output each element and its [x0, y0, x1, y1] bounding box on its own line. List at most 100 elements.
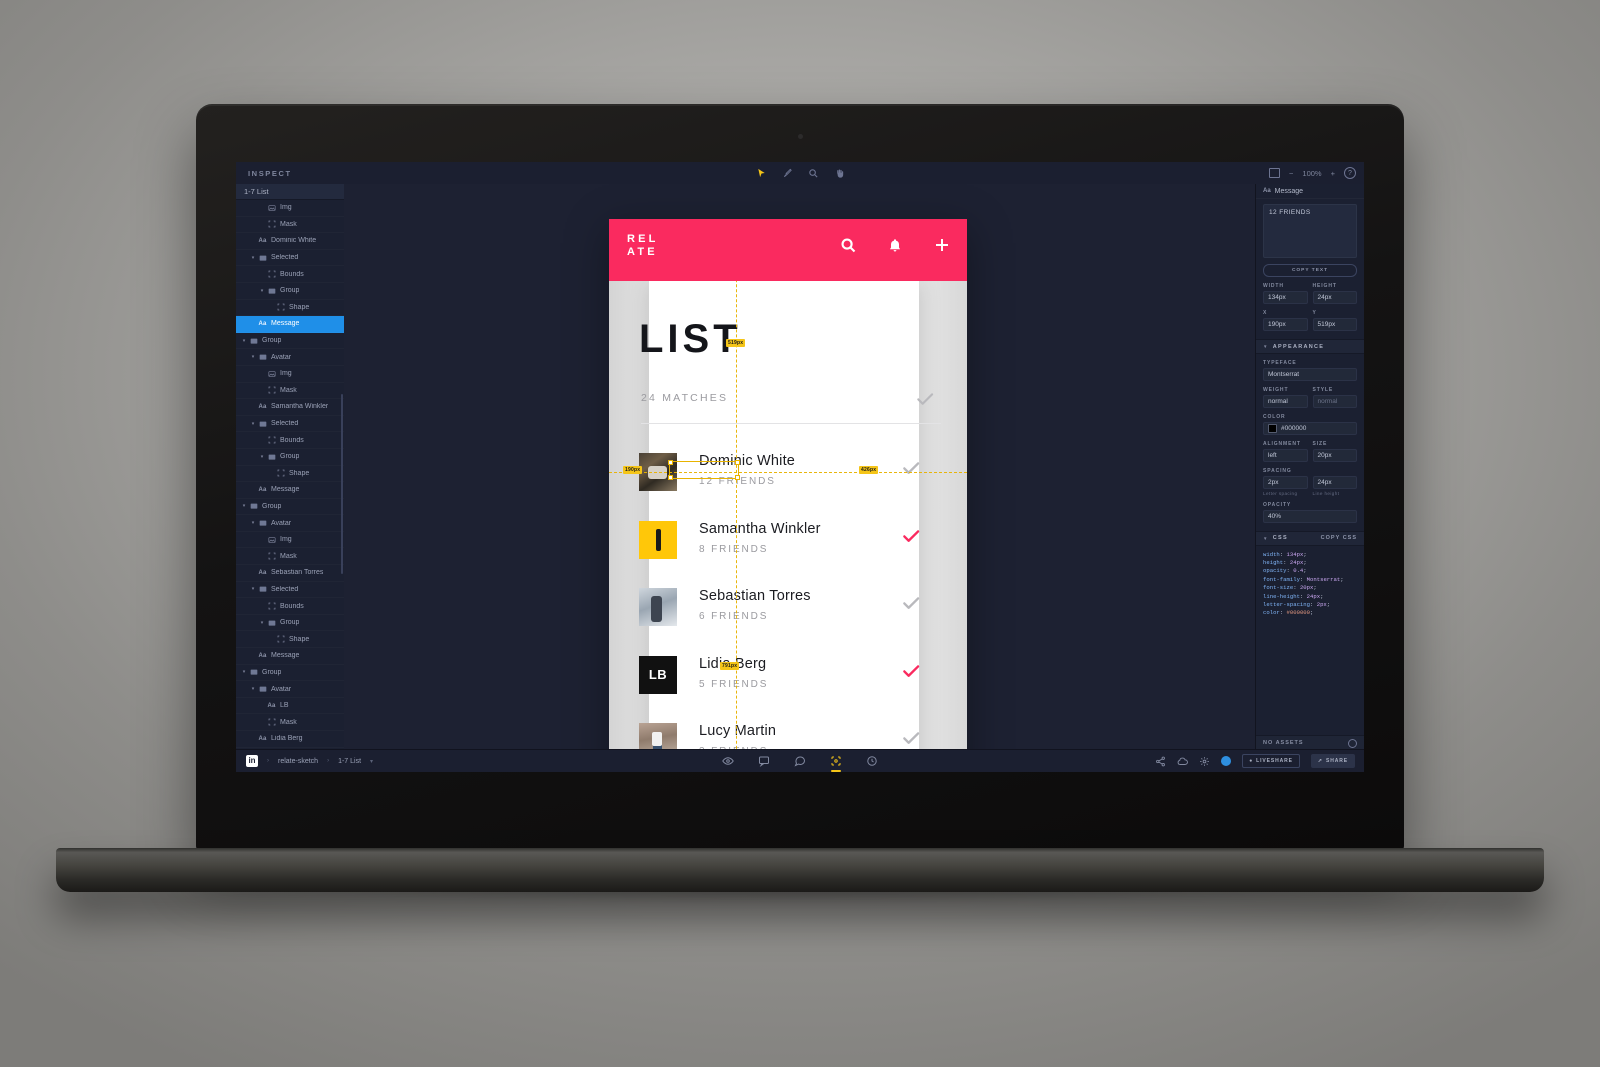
width-value[interactable]: 134px: [1263, 291, 1308, 304]
layer-row[interactable]: Bounds: [236, 266, 344, 283]
fit-screen-icon[interactable]: [1269, 168, 1281, 178]
disclosure-caret-icon[interactable]: ▾: [249, 354, 257, 360]
css-code-block[interactable]: width: 134px; height: 24px; opacity: 0.4; f…: [1256, 546, 1364, 623]
disclosure-caret-icon[interactable]: ▾: [249, 255, 257, 261]
line-height-value[interactable]: 24px: [1312, 476, 1357, 489]
check-unselected-icon[interactable]: [901, 728, 921, 748]
comment-icon[interactable]: [757, 754, 771, 768]
magnifier-icon[interactable]: [807, 167, 819, 179]
disclosure-caret-icon[interactable]: ▾: [240, 338, 248, 344]
zoom-out-button[interactable]: −: [1289, 169, 1293, 178]
layers-sidebar[interactable]: 1-7 List Img Mask Aa Dominic White ▾ Selected…: [236, 184, 345, 750]
check-selected-icon[interactable]: [901, 526, 921, 546]
breadcrumb-screen[interactable]: 1-7 List: [338, 758, 361, 765]
layer-row[interactable]: Mask: [236, 714, 344, 731]
cursor-icon[interactable]: [755, 167, 767, 179]
history-icon[interactable]: [865, 754, 879, 768]
liveshare-button[interactable]: ● LIVESHARE: [1242, 754, 1300, 768]
help-icon[interactable]: ?: [1344, 167, 1356, 179]
check-selected-icon[interactable]: [901, 661, 921, 681]
layer-row[interactable]: ▾ Selected: [236, 416, 344, 433]
layer-row[interactable]: Aa Samantha Winkler: [236, 399, 344, 416]
layer-row[interactable]: ▾ Avatar: [236, 515, 344, 532]
disclosure-caret-icon[interactable]: ▾: [258, 288, 266, 294]
copy-text-button[interactable]: COPY TEXT: [1263, 264, 1357, 277]
disclosure-caret-icon[interactable]: ▾: [240, 503, 248, 509]
layer-row[interactable]: Aa Message: [236, 482, 344, 499]
css-section-header[interactable]: ▼ CSS COPY CSS: [1256, 530, 1364, 546]
plus-icon[interactable]: [933, 236, 951, 254]
typeface-value[interactable]: Montserrat: [1263, 368, 1357, 381]
check-unselected-icon[interactable]: [901, 593, 921, 613]
layer-row[interactable]: ▾ Group: [236, 283, 344, 300]
copy-css-button[interactable]: COPY CSS: [1321, 535, 1357, 541]
x-value[interactable]: 190px: [1263, 318, 1308, 331]
layer-row[interactable]: Aa LB: [236, 698, 344, 715]
disclosure-caret-icon[interactable]: ▾: [249, 586, 257, 592]
layer-row[interactable]: ▾ Selected: [236, 250, 344, 267]
design-canvas[interactable]: REL ATE LIST 24 MATCHES Dominic White 12…: [344, 184, 1256, 750]
layer-row[interactable]: Img: [236, 200, 344, 217]
download-icon[interactable]: [1348, 738, 1357, 748]
layer-row[interactable]: Shape: [236, 300, 344, 317]
layer-row[interactable]: Bounds: [236, 598, 344, 615]
disclosure-caret-icon[interactable]: ▾: [249, 520, 257, 526]
list-item[interactable]: Sebastian Torres 6 FRIENDS: [639, 584, 967, 652]
style-value[interactable]: normal: [1312, 395, 1357, 408]
search-icon[interactable]: [840, 237, 857, 254]
layer-row[interactable]: ▾ Group: [236, 615, 344, 632]
matches-check-icon[interactable]: [915, 389, 935, 409]
share-button[interactable]: ➚ SHARE: [1310, 754, 1355, 768]
disclosure-caret-icon[interactable]: ▾: [249, 686, 257, 692]
inspector-panel[interactable]: Aa Message 12 FRIENDS COPY TEXT WIDTH 13…: [1255, 184, 1364, 750]
layer-row[interactable]: Img: [236, 366, 344, 383]
settings-icon[interactable]: [1199, 756, 1210, 767]
layer-row[interactable]: Aa Dominic White: [236, 233, 344, 250]
layer-row[interactable]: ▾ Avatar: [236, 681, 344, 698]
zoom-in-button[interactable]: +: [1331, 169, 1335, 178]
layer-row[interactable]: Aa Lidia Berg: [236, 731, 344, 748]
opacity-value[interactable]: 40%: [1263, 509, 1357, 523]
layer-row[interactable]: Aa Message: [236, 316, 344, 333]
appearance-section-header[interactable]: ▼ APPEARANCE: [1256, 339, 1364, 354]
layer-row[interactable]: Aa Sebastian Torres: [236, 565, 344, 582]
alignment-value[interactable]: left: [1263, 449, 1308, 462]
disclosure-caret-icon[interactable]: ▾: [258, 620, 266, 626]
sidebar-scrollbar[interactable]: [341, 394, 343, 574]
layer-row[interactable]: ▾ Group: [236, 499, 344, 516]
disclosure-caret-icon[interactable]: ▾: [240, 669, 248, 675]
layer-row[interactable]: ▾ Group: [236, 449, 344, 466]
invision-logo[interactable]: in: [246, 755, 258, 767]
weight-value[interactable]: normal: [1263, 395, 1308, 408]
inspect-icon[interactable]: [829, 754, 843, 772]
letter-spacing-value[interactable]: 2px: [1263, 476, 1308, 489]
disclosure-caret-icon[interactable]: ▾: [258, 454, 266, 460]
bell-icon[interactable]: [887, 237, 903, 254]
y-value[interactable]: 519px: [1312, 318, 1357, 331]
layer-row[interactable]: ▾ Avatar: [236, 349, 344, 366]
layer-row[interactable]: ▾ Group: [236, 333, 344, 350]
layer-row[interactable]: Mask: [236, 217, 344, 234]
list-item[interactable]: Dominic White 12 FRIENDS: [639, 449, 967, 517]
cloud-icon[interactable]: [1177, 756, 1189, 767]
layer-row[interactable]: Img: [236, 532, 344, 549]
layer-row[interactable]: Aa Message: [236, 648, 344, 665]
share-node-icon[interactable]: [1155, 756, 1166, 767]
disclosure-caret-icon[interactable]: ▾: [249, 421, 257, 427]
chat-icon[interactable]: [793, 754, 807, 768]
list-item[interactable]: Samantha Winkler 8 FRIENDS: [639, 517, 967, 585]
preview-icon[interactable]: [721, 754, 735, 768]
list-item[interactable]: Lucy Martin3 FRIENDS: [639, 719, 967, 750]
check-unselected-icon[interactable]: [901, 458, 921, 478]
breadcrumb-project[interactable]: relate-sketch: [278, 758, 318, 765]
size-value[interactable]: 20px: [1312, 449, 1357, 462]
breadcrumb-caret[interactable]: ▾: [370, 758, 373, 765]
layer-row[interactable]: Shape: [236, 631, 344, 648]
layer-row[interactable]: Shape: [236, 466, 344, 483]
layer-row[interactable]: ▾ Group: [236, 665, 344, 682]
text-content-box[interactable]: 12 FRIENDS: [1263, 204, 1357, 258]
eyedropper-icon[interactable]: [781, 167, 793, 179]
layer-row[interactable]: Mask: [236, 548, 344, 565]
list-item[interactable]: LB Lidia Berg 5 FRIENDS: [639, 652, 967, 720]
layer-row[interactable]: ▾ Selected: [236, 582, 344, 599]
